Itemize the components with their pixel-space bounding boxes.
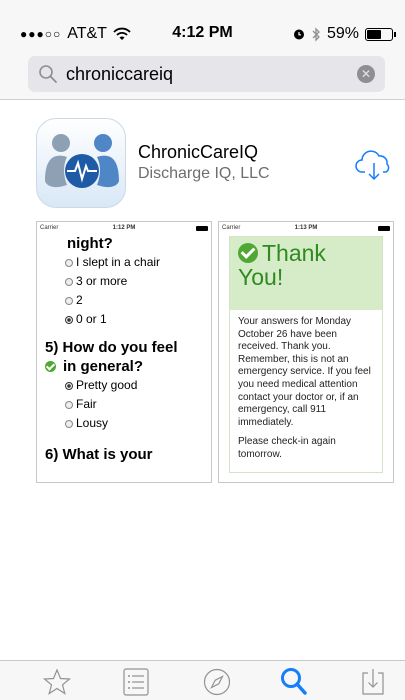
download-tray-icon <box>362 669 384 695</box>
app-logo-icon <box>45 134 119 188</box>
option-label: I slept in a chair <box>76 255 161 269</box>
bluetooth-icon <box>312 26 320 42</box>
alarm-icon <box>293 29 304 40</box>
question-6-partial: 6) What is your <box>45 446 153 463</box>
search-input[interactable]: chroniccareiq <box>66 64 357 85</box>
app-icon[interactable] <box>36 118 126 208</box>
status-bar: ●●●○○ AT&T 4:12 PM 59% <box>0 0 405 52</box>
question-5-text: in general? <box>63 358 144 375</box>
radio-selected-icon <box>65 315 73 324</box>
option-label: 3 or more <box>76 274 128 288</box>
option-item: I slept in a chair <box>37 253 211 272</box>
thank-you-card: Thank You! Your answers for Monday Octob… <box>229 236 383 473</box>
mini-time: 1:12 PM <box>112 225 136 231</box>
app-screenshot-1[interactable]: Carrier 1:12 PM night? I slept in a chai… <box>36 221 212 483</box>
option-item: Pretty good <box>37 376 211 395</box>
battery-icon <box>365 27 396 41</box>
question-5-line-1: 5) How do you feel <box>45 339 178 356</box>
option-item: 2 <box>37 291 211 310</box>
battery-percent: 59% <box>326 25 359 42</box>
tab-featured[interactable] <box>41 667 73 697</box>
option-item: 0 or 1 <box>37 310 211 329</box>
radio-icon <box>65 277 73 286</box>
option-label: 2 <box>76 293 83 307</box>
clear-icon[interactable]: ✕ <box>357 65 375 83</box>
thank-you-header: Thank You! <box>230 237 382 310</box>
thank-text: Thank <box>262 240 326 266</box>
list-icon <box>123 668 149 696</box>
option-label: Fair <box>76 397 97 411</box>
option-label: 0 or 1 <box>76 312 107 326</box>
option-label: Lousy <box>76 416 109 430</box>
mini-status-bar: Carrier 1:13 PM <box>219 222 393 234</box>
option-item: 3 or more <box>37 272 211 291</box>
option-label: Pretty good <box>76 378 138 392</box>
cloud-download-icon[interactable] <box>354 144 394 184</box>
tab-updates[interactable] <box>357 667 389 697</box>
confirmation-message: Your answers for Monday October 26 have … <box>238 316 371 428</box>
radio-icon <box>65 296 73 305</box>
radio-selected-icon <box>65 381 73 390</box>
app-name[interactable]: ChronicCareIQ <box>138 142 258 163</box>
checkmark-icon <box>45 361 56 372</box>
tab-bar <box>0 660 405 700</box>
search-field[interactable]: chroniccareiq ✕ <box>28 56 385 92</box>
option-item: Lousy <box>37 414 211 433</box>
checkmark-icon <box>238 243 258 263</box>
search-area: chroniccareiq ✕ <box>0 52 405 100</box>
search-icon <box>39 65 57 83</box>
radio-icon <box>65 258 73 267</box>
app-screenshot-2[interactable]: Carrier 1:13 PM Thank You! Your answers … <box>218 221 394 483</box>
mini-time: 1:13 PM <box>294 225 318 231</box>
app-result[interactable]: ChronicCareIQ Discharge IQ, LLC <box>0 118 405 214</box>
option-item: Fair <box>37 395 211 414</box>
thank-line-2: You! <box>238 264 284 290</box>
thank-line-1: Thank <box>238 241 376 265</box>
star-icon <box>42 668 72 695</box>
compass-icon <box>203 668 231 696</box>
checkin-reminder: Please check-in again tomorrow. <box>238 436 336 460</box>
radio-icon <box>65 419 73 428</box>
thank-you-body: Your answers for Monday October 26 have … <box>230 310 382 472</box>
mini-status-bar: Carrier 1:12 PM <box>37 222 211 234</box>
search-icon <box>281 668 307 695</box>
radio-icon <box>65 400 73 409</box>
tab-top-charts[interactable] <box>120 667 152 697</box>
tab-search[interactable] <box>278 667 310 697</box>
app-developer: Discharge IQ, LLC <box>138 165 270 182</box>
status-right: 59% <box>293 25 396 43</box>
question-tail: night? <box>67 235 113 252</box>
battery-fill <box>367 29 381 39</box>
tab-explore[interactable] <box>201 667 233 697</box>
question-5-line-2: in general? <box>37 357 211 376</box>
